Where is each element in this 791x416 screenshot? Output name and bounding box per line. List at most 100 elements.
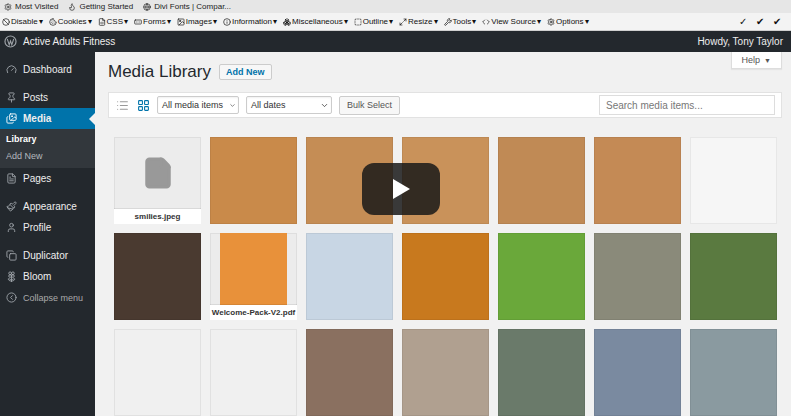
media-tile[interactable] <box>402 233 489 320</box>
media-tile[interactable] <box>690 329 777 416</box>
menu-icon <box>2 18 10 26</box>
menu-icon <box>6 113 17 124</box>
status-marks: ✓ ✔ ✔ <box>739 16 789 27</box>
file-icon <box>141 156 175 190</box>
menu-icon <box>223 18 231 26</box>
toolbar-menu[interactable]: CSS▾ <box>98 17 128 26</box>
menu-icon <box>6 271 17 282</box>
toolbar-menu[interactable]: Cookies▾ <box>49 17 92 26</box>
bookmarks-bar: Most Visited Getting Started Divi Fonts | … <box>0 0 791 13</box>
site-name[interactable]: Active Adults Fitness <box>23 36 115 47</box>
media-tile[interactable]: smilies.jpeg <box>114 137 201 224</box>
toolbar-menu[interactable]: Disable▾ <box>2 17 43 26</box>
media-tile[interactable] <box>210 329 297 416</box>
grid-icon <box>137 99 150 112</box>
media-tile[interactable] <box>594 329 681 416</box>
submenu-item[interactable]: Add New <box>0 150 95 164</box>
filter-select[interactable]: All dates <box>246 96 332 114</box>
menu-group: AppearanceProfile <box>0 196 95 238</box>
submenu-item[interactable]: Library <box>0 133 95 147</box>
grid-view-button[interactable] <box>136 98 150 112</box>
menu-icon <box>547 18 555 26</box>
bookmark-icon <box>4 3 12 11</box>
media-tile[interactable] <box>594 233 681 320</box>
filter-select[interactable]: All media items <box>157 96 239 114</box>
check-mark[interactable]: ✓ <box>739 16 747 27</box>
media-tile[interactable] <box>210 137 297 224</box>
menu-icon <box>6 92 17 103</box>
main-content: Media Library Add New Help▼ All media items… <box>95 52 791 416</box>
toolbar-menu[interactable]: Forms▾ <box>134 17 171 26</box>
list-view-button[interactable] <box>115 98 129 112</box>
media-toolbar: All media items All dates Bulk Select <box>108 92 782 118</box>
admin-bar: Active Adults Fitness Howdy, Tony Taylor <box>0 31 791 52</box>
menu-icon <box>6 173 17 184</box>
check-mark[interactable]: ✔ <box>773 16 781 27</box>
media-tile[interactable] <box>306 329 393 416</box>
media-tile[interactable] <box>690 233 777 320</box>
media-tile[interactable]: Welcome-Pack-V2.pdf <box>210 233 297 320</box>
sidebar-item[interactable]: Posts <box>0 87 95 108</box>
media-tile[interactable] <box>498 233 585 320</box>
screen: Most Visited Getting Started Divi Fonts | … <box>0 0 791 416</box>
wordpress-logo-icon[interactable] <box>4 35 17 48</box>
chevron-down-icon <box>229 101 236 110</box>
bulk-select-button[interactable]: Bulk Select <box>339 96 400 115</box>
menu-group: PostsMedia Library Add New Pages <box>0 87 95 189</box>
sidebar-item[interactable]: Pages <box>0 168 95 189</box>
collapse-icon <box>6 292 17 303</box>
search-field[interactable] <box>599 95 775 115</box>
menu-icon <box>6 64 17 75</box>
video-play-button[interactable] <box>362 163 440 215</box>
menu-icon <box>482 18 490 26</box>
toolbar-menu[interactable]: View Source▾ <box>482 17 541 26</box>
sidebar-item[interactable]: Dashboard <box>0 59 95 80</box>
menu-icon <box>6 201 17 212</box>
sidebar-item[interactable]: Bloom <box>0 266 95 287</box>
play-icon <box>391 178 411 200</box>
toolbar-menu[interactable]: Outline▾ <box>354 17 393 26</box>
document-thumbnail <box>220 233 287 305</box>
toolbar-menu[interactable]: Information▾ <box>223 17 277 26</box>
media-tile[interactable] <box>306 233 393 320</box>
sidebar-item[interactable]: Profile <box>0 217 95 238</box>
bookmark[interactable]: Getting Started <box>68 2 133 11</box>
media-tile[interactable] <box>594 137 681 224</box>
current-arrow <box>89 113 95 125</box>
chevron-down-icon <box>320 101 329 110</box>
bookmark-icon <box>68 3 76 11</box>
submenu: Library Add New <box>0 129 95 168</box>
bookmark-icon <box>143 3 151 11</box>
media-tile[interactable] <box>498 137 585 224</box>
check-mark[interactable]: ✔ <box>756 16 764 27</box>
toolbar-menu[interactable]: Images▾ <box>177 17 217 26</box>
menu-icon <box>134 18 142 26</box>
collapse-menu[interactable]: Collapse menu <box>0 287 95 308</box>
page-title: Media Library <box>108 61 211 83</box>
add-new-button[interactable]: Add New <box>219 64 272 80</box>
menu-icon <box>177 18 185 26</box>
media-tile[interactable] <box>690 137 777 224</box>
media-tile[interactable] <box>402 329 489 416</box>
tile-caption: smilies.jpeg <box>114 209 201 224</box>
media-tile[interactable] <box>498 329 585 416</box>
toolbar-menu[interactable]: Tools▾ <box>444 17 477 26</box>
admin-sidebar: Dashboard PostsMedia Library Add New Pages Ap… <box>0 52 95 416</box>
help-tab[interactable]: Help▼ <box>731 52 782 69</box>
developer-toolbar: Disable▾ Cookies▾ CSS▾ Forms▾ Images▾ Informa… <box>0 13 791 31</box>
menu-icon <box>283 18 291 26</box>
menu-icon <box>354 18 362 26</box>
sidebar-item[interactable]: Media <box>0 108 95 129</box>
media-tile[interactable] <box>114 233 201 320</box>
toolbar-menu[interactable]: Resize▾ <box>399 17 437 26</box>
list-icon <box>116 99 129 112</box>
menu-group: DuplicatorBloomCollapse menu <box>0 245 95 308</box>
media-tile[interactable] <box>114 329 201 416</box>
toolbar-menu[interactable]: Options▾ <box>547 17 589 26</box>
bookmark[interactable]: Most Visited <box>4 2 58 11</box>
bookmark[interactable]: Divi Fonts | Compar... <box>143 2 231 11</box>
toolbar-menu[interactable]: Miscellaneous▾ <box>283 17 348 26</box>
user-greeting[interactable]: Howdy, Tony Taylor <box>697 36 783 47</box>
sidebar-item[interactable]: Appearance <box>0 196 95 217</box>
sidebar-item[interactable]: Duplicator <box>0 245 95 266</box>
